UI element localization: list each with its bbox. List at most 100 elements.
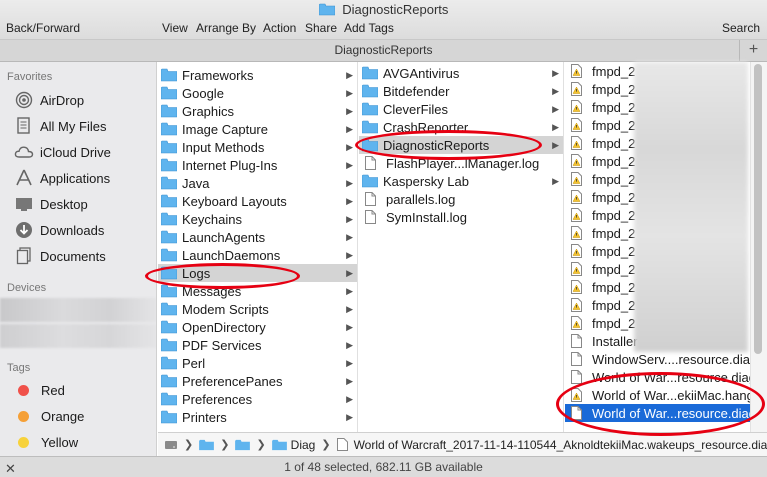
sidebar-item-icloud-drive[interactable]: iCloud Drive (14, 141, 111, 163)
disclosure-arrow-icon: ▶ (346, 177, 353, 188)
list-item[interactable]: Graphics ▶ (158, 102, 357, 120)
list-item-label: Google (182, 85, 224, 101)
list-item[interactable]: LaunchAgents ▶ (158, 228, 357, 246)
list-item[interactable]: SymInstall.log (359, 208, 563, 226)
sidebar-tag-orange[interactable]: Orange (14, 405, 84, 427)
warning-document-icon (571, 100, 587, 114)
list-item[interactable]: World of War...resource.diag (565, 404, 750, 422)
sidebar-item-downloads[interactable]: Downloads (14, 219, 104, 241)
arrange-by-button[interactable]: Arrange By (196, 21, 256, 35)
back-forward-button[interactable]: Back/Forward (6, 21, 80, 35)
list-item[interactable]: Logs ▶ (158, 264, 357, 282)
list-item[interactable]: World of War...ekiiMac.hang (565, 386, 750, 404)
disclosure-arrow-icon: ▶ (346, 213, 353, 224)
list-item-label: SymInstall.log (386, 209, 467, 225)
list-item[interactable]: Printers ▶ (158, 408, 357, 426)
list-item-label: fmpd_2 (592, 63, 636, 79)
list-item[interactable]: PreferencePanes ▶ (158, 372, 357, 390)
list-item[interactable]: WindowServ....resource.diag (565, 350, 750, 368)
folder-icon (160, 86, 178, 100)
yellow-tag-icon (18, 436, 29, 448)
list-item-label: World of War...resource.diag (592, 369, 750, 385)
list-item[interactable]: Kaspersky Lab ▶ (359, 172, 563, 190)
list-item-label: LaunchDaemons (182, 247, 281, 263)
path-segment-disk[interactable] (164, 439, 178, 451)
list-item[interactable]: AVGAntivirus ▶ (359, 64, 563, 82)
list-item-label: PDF Services (182, 337, 262, 353)
sidebar-tag-red[interactable]: Red (14, 379, 65, 401)
list-item-label: fmpd_2 (592, 225, 636, 241)
close-icon[interactable]: ✕ (5, 459, 16, 477)
sidebar-item-label: AirDrop (40, 92, 85, 108)
list-item[interactable]: FlashPlayer...lManager.log (359, 154, 563, 172)
list-item-label: Java (182, 175, 210, 191)
add-tags-button[interactable]: Add Tags (344, 21, 394, 35)
folder-icon (160, 104, 178, 118)
list-item[interactable]: Internet Plug-Ins ▶ (158, 156, 357, 174)
disclosure-arrow-icon: ▶ (346, 267, 353, 278)
cloud-icon (14, 143, 34, 161)
document-icon (571, 406, 587, 420)
list-item[interactable]: Java ▶ (158, 174, 357, 192)
list-item[interactable]: Preferences ▶ (158, 390, 357, 408)
sidebar-item-desktop[interactable]: Desktop (14, 193, 88, 215)
list-item[interactable]: parallels.log (359, 190, 563, 208)
folder-icon (160, 194, 178, 208)
list-item-label: WindowServ....resource.diag (592, 351, 750, 367)
list-item[interactable]: CleverFiles ▶ (359, 100, 563, 118)
folder-icon (361, 120, 379, 134)
add-tab-button[interactable]: + (739, 40, 767, 62)
list-item[interactable]: Modem Scripts ▶ (158, 300, 357, 318)
sidebar: Favorites AirDrop All My Files iCloud Dr… (0, 62, 157, 456)
share-button[interactable]: Share (305, 21, 337, 35)
folder-icon (160, 230, 178, 244)
tab-diagnosticreports[interactable]: DiagnosticReports (334, 43, 432, 57)
path-segment-label: World of Warcraft_2017-11-14-110544_Akno… (353, 437, 767, 452)
list-item[interactable]: DiagnosticReports ▶ (359, 136, 563, 154)
list-item[interactable]: PDF Services ▶ (158, 336, 357, 354)
action-button[interactable]: Action (263, 21, 296, 35)
path-segment-file[interactable]: World of Warcraft_2017-11-14-110544_Akno… (336, 437, 767, 452)
sidebar-item-documents[interactable]: Documents (14, 245, 106, 267)
warning-document-icon (571, 226, 587, 240)
list-item[interactable]: World of War...resource.diag (565, 368, 750, 386)
folder-icon (160, 320, 178, 334)
list-item-label: Modem Scripts (182, 301, 269, 317)
path-segment-label: Diag (290, 437, 316, 452)
sidebar-item-all-my-files[interactable]: All My Files (14, 115, 106, 137)
path-segment-folder[interactable] (235, 439, 251, 451)
folder-icon (160, 392, 178, 406)
disclosure-arrow-icon: ▶ (346, 159, 353, 170)
list-item[interactable]: CrashReporter ▶ (359, 118, 563, 136)
folder-icon (361, 138, 379, 152)
list-item[interactable]: Bitdefender ▶ (359, 82, 563, 100)
search-button[interactable]: Search (722, 21, 760, 35)
disclosure-arrow-icon: ▶ (552, 139, 559, 150)
tags-header: Tags (7, 362, 31, 374)
list-item[interactable]: Image Capture ▶ (158, 120, 357, 138)
device-item-redacted[interactable] (0, 298, 156, 322)
list-item[interactable]: Perl ▶ (158, 354, 357, 372)
list-item[interactable]: LaunchDaemons ▶ (158, 246, 357, 264)
list-item[interactable]: Keychains ▶ (158, 210, 357, 228)
sidebar-item-label: Desktop (40, 196, 88, 212)
sidebar-item-airdrop[interactable]: AirDrop (14, 89, 84, 111)
list-item[interactable]: Frameworks ▶ (158, 66, 357, 84)
device-item-redacted[interactable] (0, 324, 156, 348)
list-item[interactable]: Input Methods ▶ (158, 138, 357, 156)
path-segment-folder[interactable] (199, 439, 215, 451)
folder-icon (160, 410, 178, 424)
folder-icon (160, 374, 178, 388)
disclosure-arrow-icon: ▶ (346, 375, 353, 386)
list-item[interactable]: Google ▶ (158, 84, 357, 102)
list-item-label: fmpd_2 (592, 315, 636, 331)
list-item[interactable]: OpenDirectory ▶ (158, 318, 357, 336)
sidebar-tag-yellow[interactable]: Yellow (14, 431, 78, 453)
list-item[interactable]: Keyboard Layouts ▶ (158, 192, 357, 210)
sidebar-item-applications[interactable]: Applications (14, 167, 110, 189)
view-button[interactable]: View (162, 21, 188, 35)
path-segment-diagnosticreports[interactable]: Diag (271, 437, 316, 452)
list-item[interactable]: Messages ▶ (158, 282, 357, 300)
scrollbar-thumb[interactable] (754, 64, 762, 354)
list-item-label: AVGAntivirus (383, 65, 460, 81)
